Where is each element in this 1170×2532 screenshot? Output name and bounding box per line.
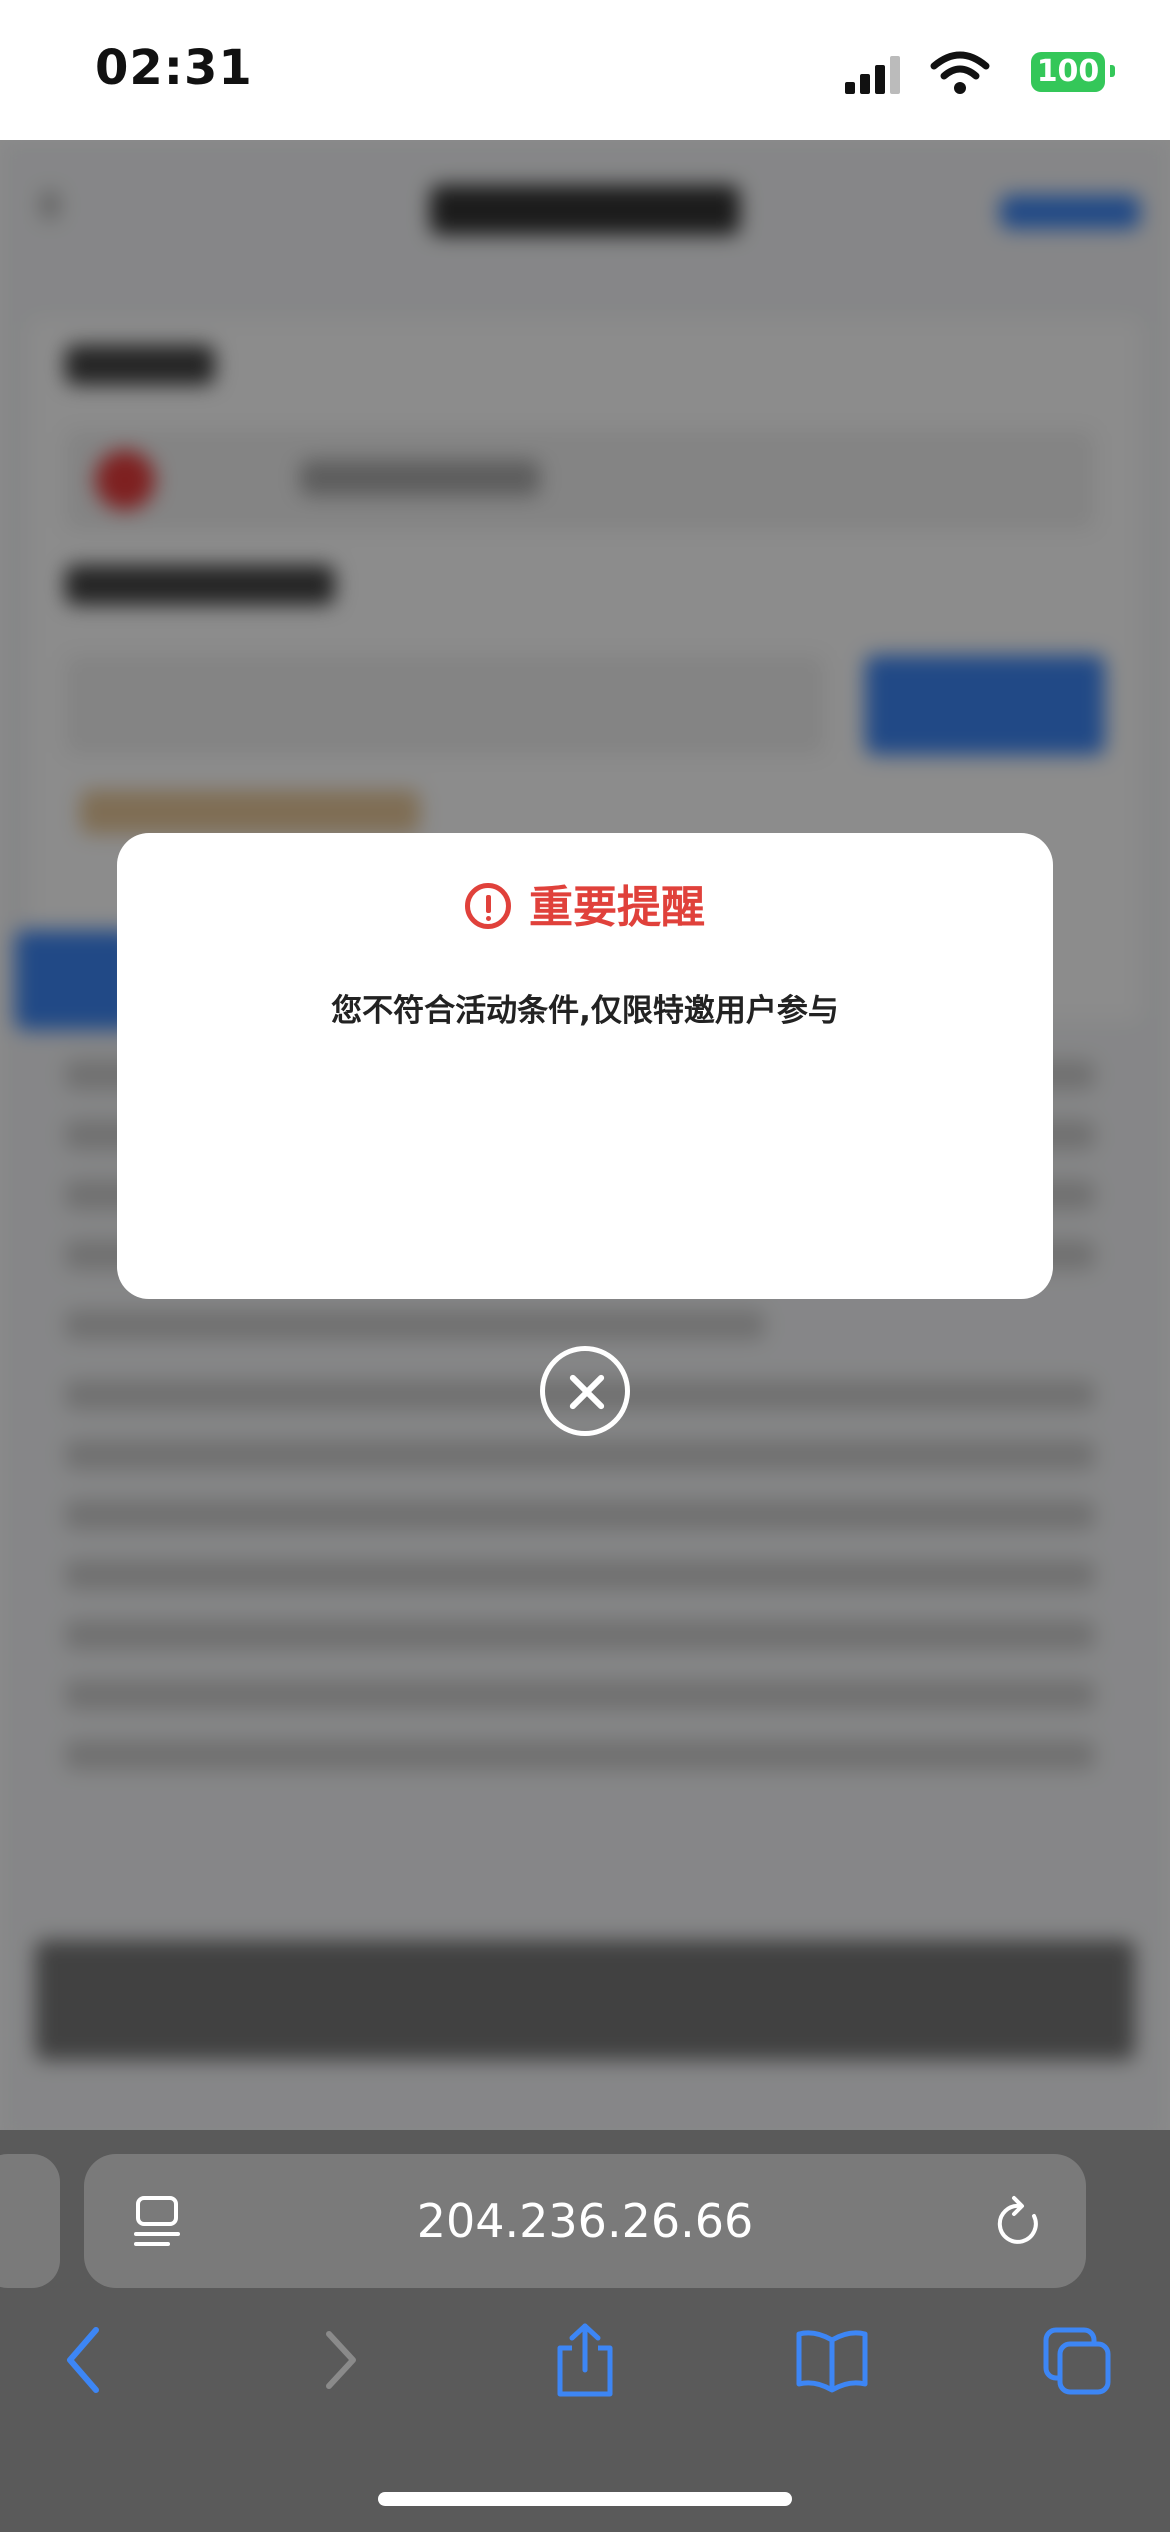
alert-dialog: 重要提醒 您不符合活动条件,仅限特邀用户参与 [117,833,1053,1299]
tabs-icon[interactable] [1042,2320,1114,2400]
url-text[interactable]: 204.236.26.66 [84,2154,1086,2288]
forward-icon[interactable] [315,2320,365,2400]
wifi-icon [930,51,990,94]
address-bar[interactable]: 204.236.26.66 [84,2154,1086,2288]
status-icons: 100 [775,50,1115,94]
dialog-title-text: 重要提醒 [529,882,705,933]
status-time: 02:31 [95,40,253,96]
dialog-message: 您不符合活动条件,仅限特邀用户参与 [331,993,839,1029]
back-icon[interactable] [60,2320,110,2400]
browser-bottom-bar: 204.236.26.66 [0,2130,1170,2532]
bookmarks-icon[interactable] [795,2320,869,2400]
previous-tab-peek[interactable] [0,2154,60,2288]
battery-indicator: 100 [1031,52,1105,92]
dialog-title: 重要提醒 [117,871,1053,935]
close-dialog-button[interactable] [540,1346,630,1436]
cellular-signal-icon [845,54,905,94]
share-icon[interactable] [550,2320,620,2400]
battery-tip [1110,65,1115,77]
exclamation-circle-icon [465,883,511,929]
home-indicator[interactable] [378,2492,792,2506]
reload-icon[interactable] [994,2194,1046,2250]
status-bar: 02:31 100 [0,0,1170,140]
